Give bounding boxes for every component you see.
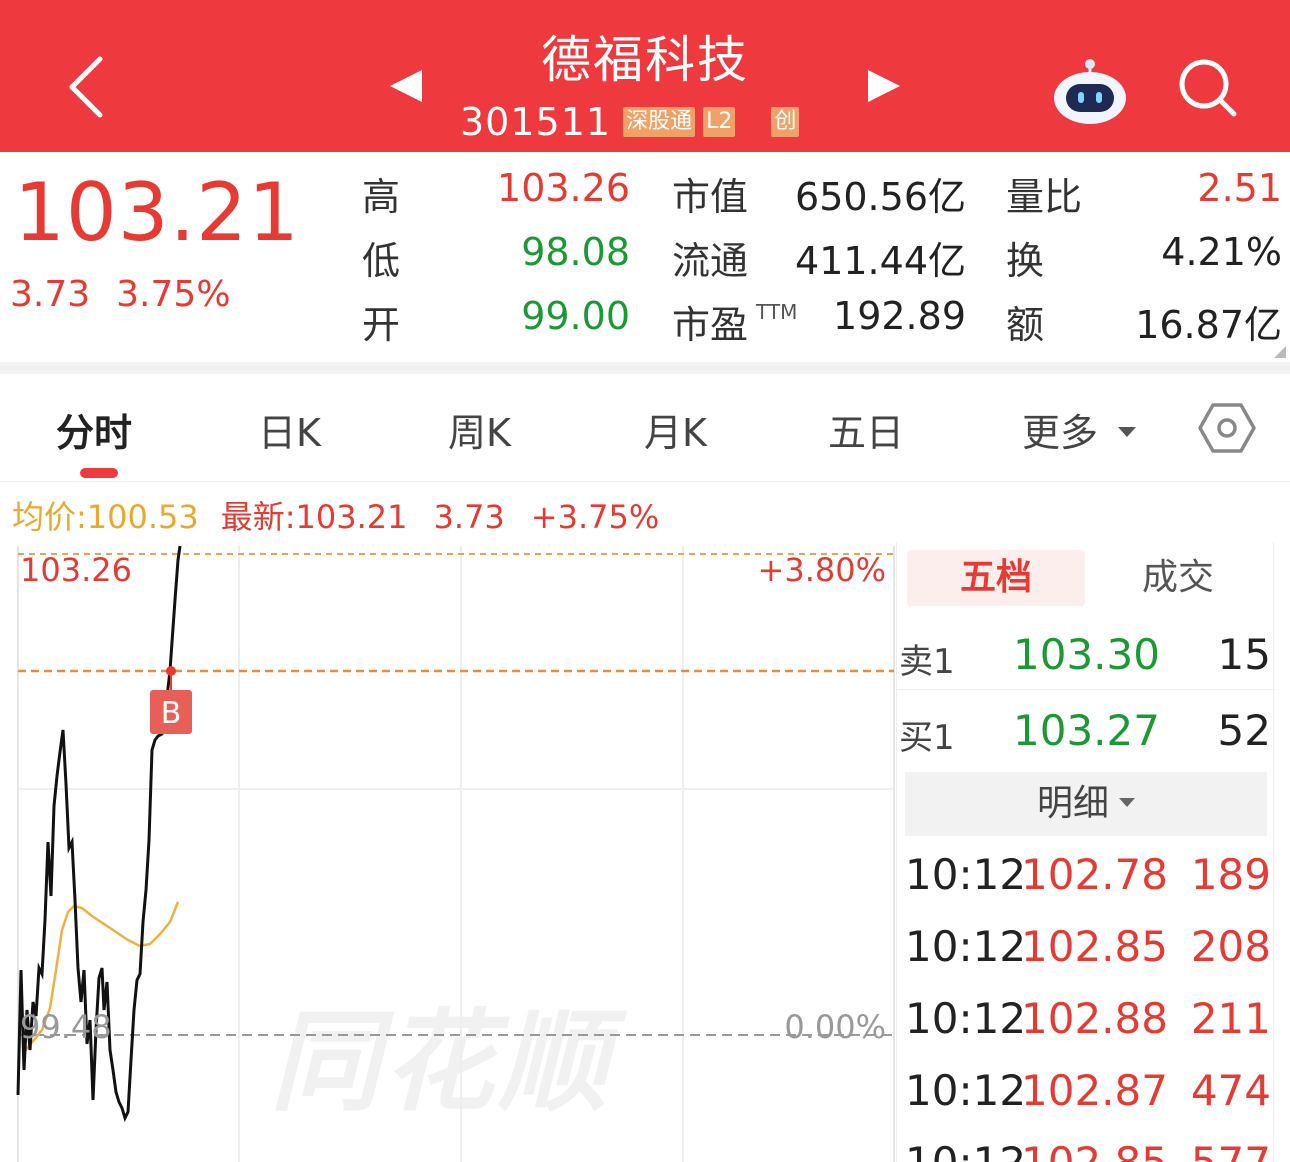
low-value: 98.08 <box>521 230 630 274</box>
pe-value: 192.89 <box>833 294 966 338</box>
trade-volume: 208 <box>1190 922 1271 971</box>
amount-value: 16.87亿 <box>1135 303 1282 347</box>
tab-more[interactable]: 更多 <box>1022 402 1137 457</box>
buy-1-qty: 52 <box>1217 706 1271 755</box>
sell-1-label: 卖1 <box>899 642 955 682</box>
intraday-chart[interactable]: B 103.26 +3.80% 99.48 0.00% <box>0 540 900 1162</box>
latest-price: 最新:103.21 <box>220 498 408 536</box>
current-price: 103.21 <box>14 166 300 259</box>
tab-five-levels[interactable]: 五档 <box>907 550 1085 606</box>
caret-down-icon <box>1119 797 1135 807</box>
average-price: 均价:100.53 <box>12 498 199 536</box>
detail-dropdown-button[interactable]: 明细 <box>905 772 1267 836</box>
tab-monthly-k[interactable]: 月K <box>644 402 707 457</box>
trade-price: 102.85 <box>1021 922 1168 971</box>
latest-change-pct: +3.75% <box>530 498 660 536</box>
trade-row: 10:12 102.85 208 <box>897 914 1275 986</box>
high-value: 103.26 <box>497 166 630 210</box>
open-value: 99.00 <box>521 294 630 338</box>
buy-1-row: 买1 103.27 52 <box>897 692 1275 766</box>
settings-hexagon-icon[interactable] <box>1198 402 1256 454</box>
tag-shenzhen-connect: 深股通 <box>623 107 696 137</box>
quote-panel: 103.21 3.73 3.75% 高 103.26 低 98.08 开 99.0… <box>0 152 1290 362</box>
active-tab-indicator <box>80 468 118 478</box>
tab-intraday[interactable]: 分时 <box>56 402 132 457</box>
market-cap-label: 市值 <box>672 175 749 219</box>
trade-row: 10:12 102.88 211 <box>897 986 1275 1058</box>
high-label: 高 <box>362 175 401 219</box>
tag-l2: L2 <box>703 107 736 137</box>
robot-assistant-icon[interactable] <box>1048 56 1128 126</box>
trade-row: 10:12 102.85 577 <box>897 1130 1275 1162</box>
sell-1-price: 103.30 <box>1013 630 1160 679</box>
stock-subline: 301511 深股通 L2 创 <box>460 100 807 144</box>
tag-chinext: 创 <box>771 107 800 137</box>
amount-label: 额 <box>1006 303 1045 347</box>
sell-1-qty: 15 <box>1217 630 1271 679</box>
caret-down-icon <box>1118 426 1137 437</box>
expand-corner-icon[interactable] <box>1274 346 1286 358</box>
open-label: 开 <box>362 303 401 347</box>
turnover-value: 4.21% <box>1161 230 1282 274</box>
book-tabs: 五档 成交 <box>907 550 1267 606</box>
previous-stock-icon[interactable] <box>386 66 426 106</box>
chart-tabs: 分时 日K 周K 月K 五日 更多 <box>0 374 1290 482</box>
turnover-label: 换 <box>1006 239 1045 283</box>
trade-time: 10:12 <box>905 1138 1026 1162</box>
trade-price: 102.88 <box>1021 994 1168 1043</box>
trade-price: 102.78 <box>1021 850 1168 899</box>
tab-five-day[interactable]: 五日 <box>828 402 904 457</box>
trade-row: 10:12 102.87 474 <box>897 1058 1275 1130</box>
pe-label-text: 市盈 <box>672 303 749 347</box>
float-cap-label: 流通 <box>672 239 749 283</box>
trade-row: 10:12 102.78 189 <box>897 842 1275 914</box>
trade-time: 10:12 <box>905 922 1027 971</box>
trade-volume: 189 <box>1190 850 1271 899</box>
volume-ratio-value: 2.51 <box>1197 166 1282 210</box>
trade-volume: 211 <box>1190 994 1271 1043</box>
tab-daily-k[interactable]: 日K <box>258 402 321 457</box>
change-percent: 3.75% <box>116 274 231 315</box>
trade-volume: 474 <box>1190 1066 1271 1115</box>
trade-price: 102.87 <box>1021 1066 1168 1115</box>
trade-time: 10:12 <box>905 850 1027 899</box>
buy-1-price: 103.27 <box>1013 706 1160 755</box>
low-label: 低 <box>362 239 401 283</box>
latest-change: 3.73 <box>433 498 505 536</box>
volume-ratio-label: 量比 <box>1006 175 1083 219</box>
float-cap-value: 411.44亿 <box>795 239 966 283</box>
pe-ttm-sup: TTM <box>756 300 798 324</box>
trade-volume: 577 <box>1191 1138 1271 1162</box>
trade-marker-label: B <box>161 696 182 731</box>
base-price-label: 99.48 <box>20 1008 112 1046</box>
pe-label: 市盈 TTM <box>672 294 797 349</box>
buy-1-label: 买1 <box>899 718 955 758</box>
detail-label: 明细 <box>1036 783 1109 824</box>
trade-price: 102.85 <box>1021 1138 1168 1162</box>
intraday-info-line: 均价:100.53 最新:103.21 3.73 +3.75% <box>12 492 659 538</box>
trade-time: 10:12 <box>905 1066 1027 1115</box>
section-divider <box>0 362 1290 374</box>
market-cap-value: 650.56亿 <box>795 175 966 219</box>
trade-time: 10:12 <box>905 994 1027 1043</box>
price-change: 3.73 3.75% <box>10 274 257 315</box>
change-amount: 3.73 <box>10 274 91 315</box>
stock-code: 301511 <box>460 100 612 144</box>
tab-trades[interactable]: 成交 <box>1089 550 1267 606</box>
next-stock-icon[interactable] <box>864 66 904 106</box>
tab-weekly-k[interactable]: 周K <box>448 402 511 457</box>
stock-name: 德福科技 <box>541 31 749 89</box>
high-pct-label: +3.80% <box>758 551 886 589</box>
search-icon[interactable] <box>1176 56 1240 120</box>
trade-marker-dot <box>166 666 176 676</box>
order-book-panel: 五档 成交 卖1 103.30 15 买1 103.27 52 明细 10:12… <box>896 542 1275 1162</box>
sell-1-row: 卖1 103.30 15 <box>897 616 1275 690</box>
tab-more-label: 更多 <box>1022 411 1099 455</box>
base-pct-label: 0.00% <box>784 1008 886 1046</box>
app-header: 德福科技 301511 深股通 L2 创 <box>0 0 1290 152</box>
high-price-label: 103.26 <box>20 551 132 589</box>
back-arrow-icon[interactable] <box>60 55 120 119</box>
